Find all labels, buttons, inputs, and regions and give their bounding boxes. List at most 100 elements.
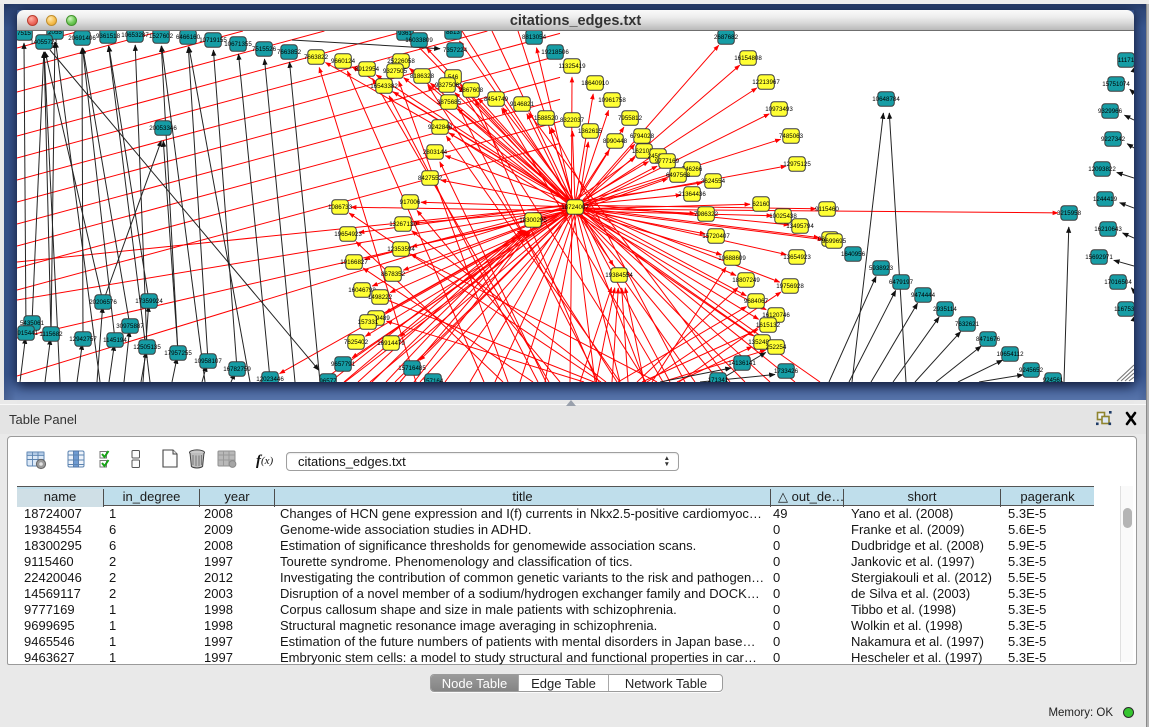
svg-text:9361518: 9361518 [96,33,121,40]
svg-text:19756928: 19756928 [776,283,804,290]
svg-text:8471676: 8471676 [976,336,1001,343]
svg-text:13654923: 13654923 [783,254,811,261]
svg-text:19384554: 19384554 [605,272,633,279]
svg-text:8813054: 8813054 [522,34,547,41]
svg-text:12213967: 12213967 [752,79,780,86]
svg-text:10688609: 10688609 [718,255,746,262]
svg-text:8912954: 8912954 [355,66,380,73]
svg-text:3875685: 3875685 [437,99,462,106]
svg-text:15716485: 15716485 [398,365,426,372]
svg-text:12505135: 12505135 [133,344,161,351]
svg-text:7663852: 7663852 [277,49,302,56]
svg-text:157164: 157164 [423,378,444,382]
svg-text:12023446: 12023446 [256,376,284,382]
svg-text:8322037: 8322037 [560,117,585,124]
svg-text:9660124: 9660124 [331,58,356,65]
svg-text:7625402: 7625402 [344,339,369,346]
svg-text:8813: 8813 [446,31,460,36]
svg-text:1527602: 1527602 [149,33,174,40]
svg-text:18724007: 18724007 [561,204,589,211]
svg-text:1086733: 1086733 [328,204,353,211]
svg-text:7663822: 7663822 [304,54,329,61]
svg-text:20053346: 20053346 [149,125,177,132]
svg-text:6794028: 6794028 [630,133,655,140]
svg-text:13495794: 13495794 [786,223,814,230]
svg-text:1498222: 1498222 [368,294,393,301]
svg-text:15692971: 15692971 [1085,254,1113,261]
svg-text:2687682: 2687682 [714,34,739,41]
svg-text:17016504: 17016504 [1104,279,1132,286]
svg-text:16914479: 16914479 [377,340,405,347]
svg-text:7515: 7515 [17,31,31,37]
svg-text:62160: 62160 [752,201,770,208]
svg-text:10653287: 10653287 [121,32,149,39]
svg-text:3215958: 3215958 [1057,210,1082,217]
svg-text:10961758: 10961758 [598,97,626,104]
svg-text:11171: 11171 [1118,57,1134,64]
svg-text:17957255: 17957255 [164,350,192,357]
svg-text:1615132: 1615132 [756,322,781,329]
svg-text:14136141: 14136141 [728,360,756,367]
svg-text:6479197: 6479197 [889,279,914,286]
svg-text:15720407: 15720407 [702,233,730,240]
svg-text:(x): (x) [261,455,274,467]
svg-text:10648784: 10648784 [872,96,900,103]
svg-text:6497568: 6497568 [666,172,691,179]
svg-text:3915441: 3915441 [17,330,39,337]
svg-text:15751074: 15751074 [1102,81,1130,88]
svg-text:8678352: 8678352 [381,271,406,278]
svg-text:96577: 96577 [319,378,337,382]
svg-text:2803144: 2803144 [423,149,448,156]
svg-text:9242848: 9242848 [428,124,453,131]
svg-text:12353594: 12353594 [387,246,415,253]
svg-text:8186328: 8186328 [410,73,435,80]
svg-text:2867608: 2867608 [459,87,484,94]
svg-text:14055721: 14055721 [30,39,58,46]
svg-text:5938923: 5938923 [869,265,894,272]
svg-text:20691406: 20691406 [68,35,96,42]
svg-text:9329966: 9329966 [1098,108,1123,115]
svg-text:7515526: 7515526 [252,46,277,53]
svg-text:924561: 924561 [1043,377,1064,382]
svg-text:12975125: 12975125 [783,161,811,168]
svg-text:917006: 917006 [400,199,421,206]
svg-text:7357224: 7357224 [443,47,468,54]
svg-text:7986322: 7986322 [694,211,719,218]
svg-text:16033809: 16033809 [405,37,433,44]
svg-text:9115460: 9115460 [815,206,839,213]
svg-text:12093822: 12093822 [1088,166,1116,173]
svg-text:9474444: 9474444 [911,292,936,299]
svg-text:8990448: 8990448 [603,138,628,145]
svg-text:1640956: 1640956 [841,251,866,258]
svg-text:8454749: 8454749 [484,96,509,103]
svg-text:12942757: 12942757 [69,336,97,343]
svg-text:18300295: 18300295 [519,217,547,224]
svg-text:16210643: 16210643 [1094,226,1122,233]
svg-text:1145194: 1145194 [103,337,127,344]
svg-text:16543382: 16543382 [370,83,398,90]
svg-text:1167533: 1167533 [1114,306,1134,313]
svg-text:9699695: 9699695 [822,238,847,245]
svg-text:1362615: 1362615 [578,128,603,135]
svg-text:10958107: 10958107 [194,358,222,365]
svg-text:9657791: 9657791 [331,361,356,368]
svg-text:1244419: 1244419 [1093,196,1118,203]
svg-text:1733426: 1733426 [774,368,799,375]
svg-text:9146821: 9146821 [510,101,535,108]
svg-text:3624554: 3624554 [701,178,726,185]
svg-text:18640910: 18640910 [581,80,609,87]
svg-text:8427552: 8427552 [418,175,443,182]
svg-text:157331: 157331 [358,319,379,326]
svg-text:10973493: 10973493 [765,106,793,113]
svg-text:9327508: 9327508 [435,82,460,89]
svg-text:16782759: 16782759 [223,366,251,373]
svg-text:16154808: 16154808 [734,55,762,62]
svg-text:17359924: 17359924 [135,298,163,305]
svg-text:1115682: 1115682 [39,331,63,338]
svg-text:21364436: 21364436 [678,191,706,198]
svg-text:9777169: 9777169 [655,158,680,165]
svg-text:2935114: 2935114 [933,306,957,313]
svg-text:13267130: 13267130 [389,221,417,228]
svg-text:19654923: 19654923 [334,231,362,238]
svg-text:252254: 252254 [766,344,787,351]
